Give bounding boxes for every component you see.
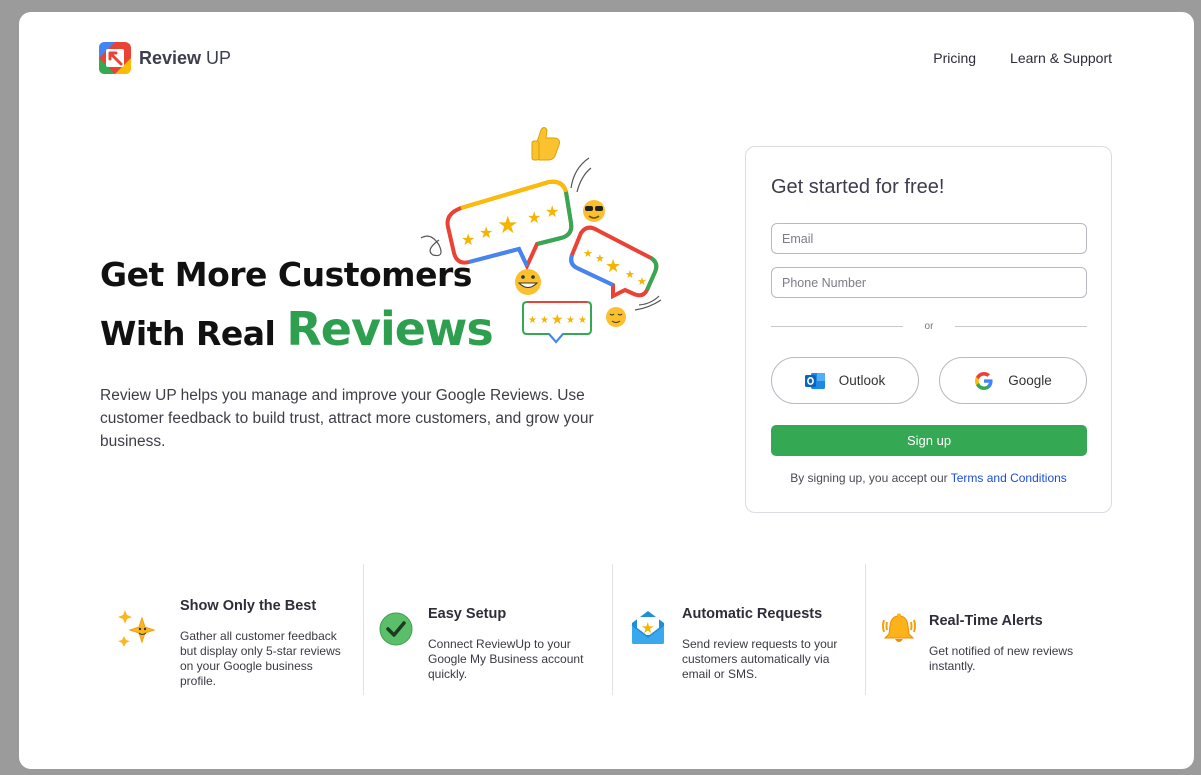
feature-description: Connect ReviewUp to your Google My Busin… xyxy=(428,637,584,681)
hero-description: Review UP helps you manage and improve y… xyxy=(100,387,594,450)
terms-link[interactable]: Terms and Conditions xyxy=(951,471,1067,485)
feature-description: Send review requests to your customers a… xyxy=(682,637,838,681)
page-card: Review UP Pricing Learn & Support ★ ★ ★ … xyxy=(19,12,1194,769)
check-circle-icon xyxy=(379,612,413,646)
feature-title: Show Only the Best xyxy=(180,598,317,614)
envelope-star-icon: ★ xyxy=(631,611,665,644)
brand-name: Review UP xyxy=(139,47,232,68)
feature-title: Easy Setup xyxy=(428,606,507,622)
brand[interactable]: Review UP xyxy=(99,42,231,74)
svg-text:★: ★ xyxy=(583,247,593,260)
svg-text:★: ★ xyxy=(595,252,605,265)
or-divider: or xyxy=(771,320,1087,334)
thumbs-up-icon xyxy=(531,127,560,161)
sign-up-button[interactable]: Sign up xyxy=(771,425,1087,456)
svg-text:★: ★ xyxy=(479,223,493,242)
feature-real-time-alerts: Real-Time Alerts Get notified of new rev… xyxy=(881,564,1121,695)
hero-title-line1: Get More Customers xyxy=(100,255,472,294)
svg-text:★: ★ xyxy=(578,315,587,326)
feature-automatic-requests: ★ Automatic Requests Send review request… xyxy=(630,564,870,695)
svg-text:★: ★ xyxy=(637,275,647,288)
feature-divider xyxy=(865,564,866,695)
feature-divider xyxy=(363,564,364,695)
review-bubble-small: ★ ★ ★ ★ ★ xyxy=(522,301,592,344)
svg-text:★: ★ xyxy=(545,202,559,221)
grinning-emoji-icon xyxy=(515,269,541,295)
relieved-emoji-icon xyxy=(606,307,626,327)
svg-text:★: ★ xyxy=(461,230,475,249)
signup-card: Get started for free! or Outlook xyxy=(745,146,1112,513)
feature-title: Automatic Requests xyxy=(682,606,823,622)
terms-note: By signing up, you accept our Terms and … xyxy=(790,471,1067,485)
feature-description: Get notified of new reviews instantly. xyxy=(929,644,1074,673)
svg-text:★: ★ xyxy=(605,256,621,277)
email-field[interactable] xyxy=(771,223,1087,254)
outlook-signin-button[interactable]: Outlook xyxy=(771,357,919,404)
google-signin-button[interactable]: Google xyxy=(939,357,1087,404)
feature-title: Real-Time Alerts xyxy=(929,613,1043,629)
feature-divider xyxy=(612,564,613,695)
outlook-label: Outlook xyxy=(838,373,886,388)
nav-pricing[interactable]: Pricing xyxy=(933,50,976,66)
hero-highlight: Reviews xyxy=(286,302,493,356)
review-bubble-large: ★ ★ ★ ★ ★ xyxy=(445,179,574,271)
hero-title-line2: With Real Reviews xyxy=(100,302,494,356)
svg-text:★: ★ xyxy=(625,268,635,281)
feature-easy-setup: Easy Setup Connect ReviewUp to your Goog… xyxy=(379,564,619,695)
feature-show-best: Show Only the Best Gather all customer f… xyxy=(115,564,365,695)
feature-description: Gather all customer feedback but display… xyxy=(180,629,341,688)
svg-text:★: ★ xyxy=(497,211,519,239)
sunglasses-emoji-icon xyxy=(583,200,605,222)
svg-text:★: ★ xyxy=(566,315,575,326)
google-icon xyxy=(975,371,993,390)
hero-title: Get More Customers With Real Reviews xyxy=(100,255,494,356)
google-label: Google xyxy=(1008,373,1052,388)
svg-text:★: ★ xyxy=(540,315,549,326)
review-up-logo-icon xyxy=(99,42,131,74)
outlook-icon xyxy=(804,372,825,389)
nav-learn-support[interactable]: Learn & Support xyxy=(1010,50,1112,66)
phone-number-field[interactable] xyxy=(771,267,1087,298)
signup-title: Get started for free! xyxy=(771,176,945,198)
svg-text:★: ★ xyxy=(527,208,541,227)
bell-icon xyxy=(882,613,916,642)
svg-text:★: ★ xyxy=(551,312,564,328)
top-nav: Pricing Learn & Support xyxy=(933,50,1112,66)
sparkle-star-icon xyxy=(118,610,156,647)
svg-text:★: ★ xyxy=(528,315,537,326)
review-bubble-right: ★ ★ ★ ★ ★ xyxy=(569,225,659,300)
